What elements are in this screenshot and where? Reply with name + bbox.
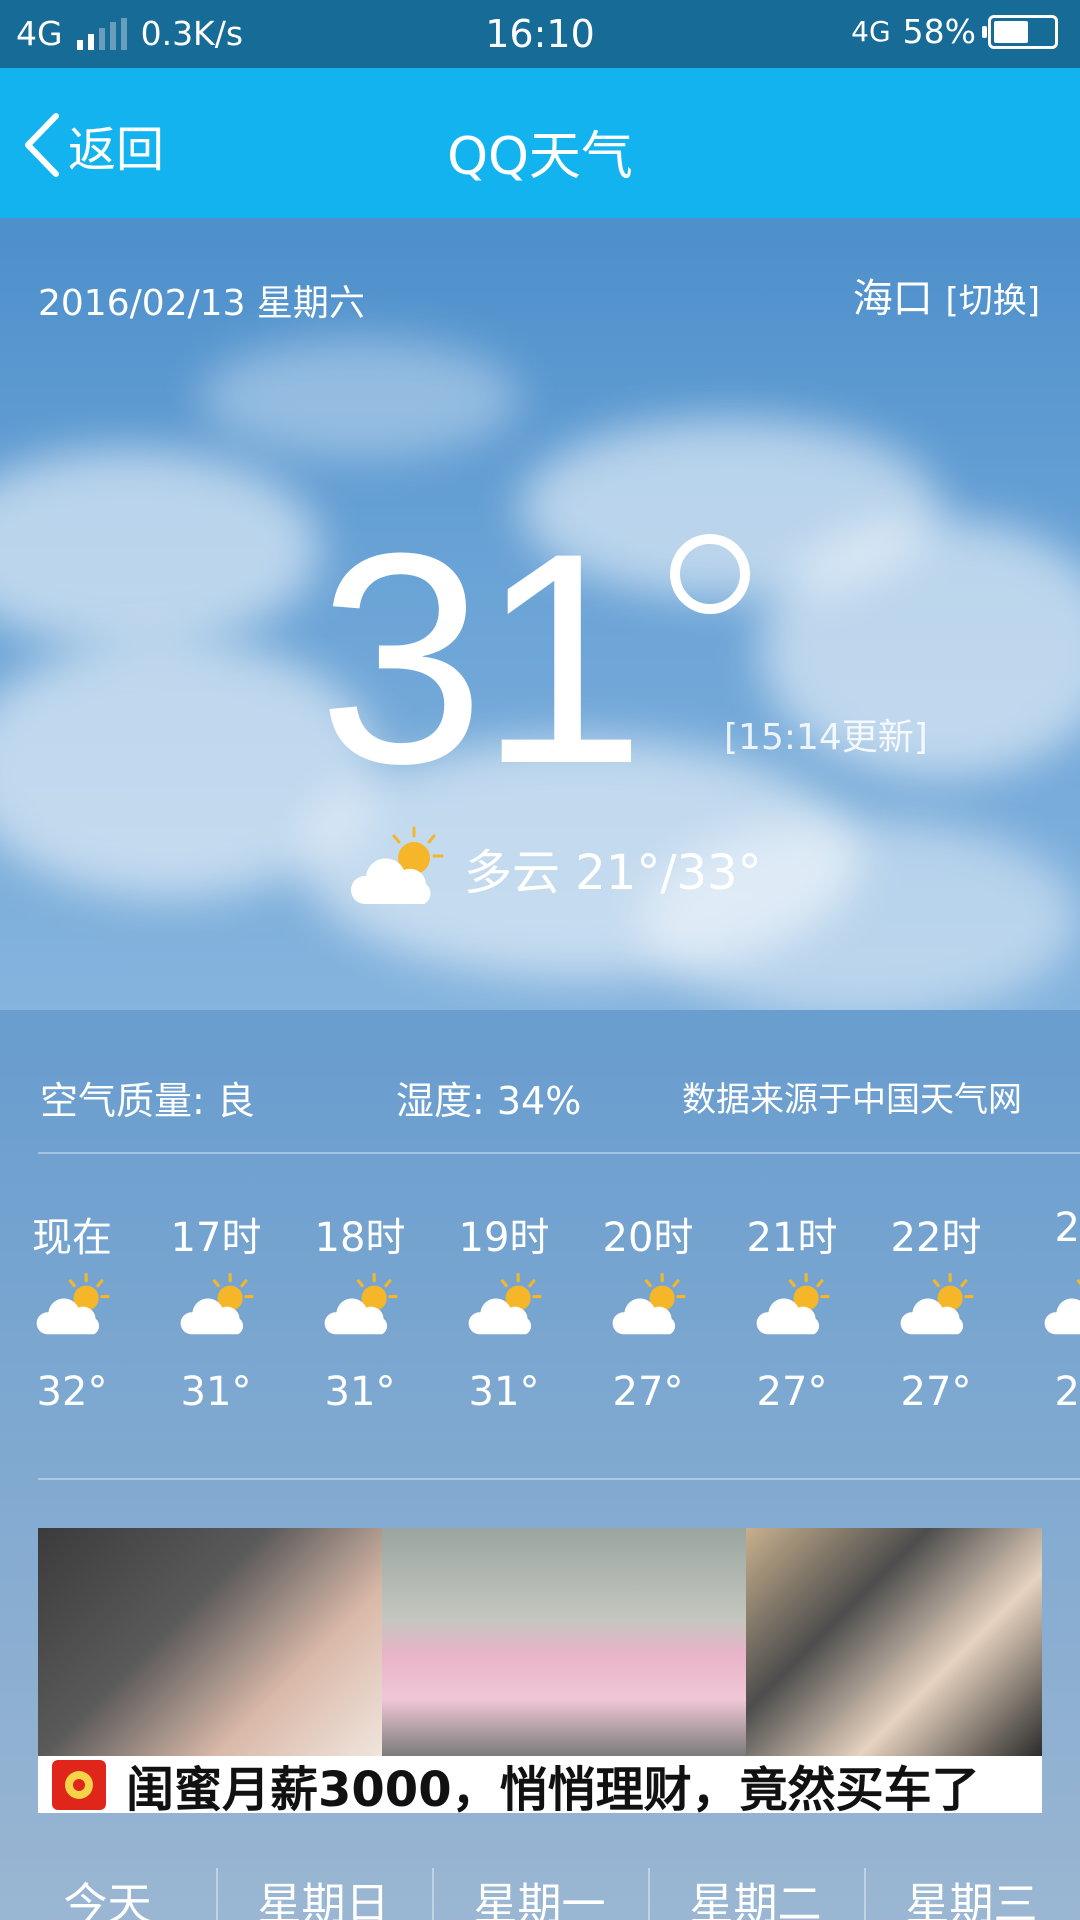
battery-level (994, 20, 1028, 43)
ad-banner[interactable]: 闺蜜月薪3000，悄悄理财，竟然买车了 (38, 1528, 1042, 1813)
city-name: 海口 (852, 276, 933, 322)
banner-photo (746, 1528, 1042, 1756)
tab-separator (648, 1868, 650, 1920)
page-title: QQ天气 (447, 127, 633, 187)
update-time: [15:14更新] (724, 717, 928, 758)
banner-photo (38, 1528, 388, 1756)
humidity: 湿度: 34% (396, 1079, 582, 1123)
banner-caption: 闺蜜月薪3000，悄悄理财，竟然买车了 (126, 1761, 980, 1814)
banner-caption-bar: 闺蜜月薪3000，悄悄理财，竟然买车了 (38, 1756, 1042, 1813)
hour-label: 22时 (890, 1215, 982, 1261)
tab-day[interactable]: 星期二 (648, 1868, 863, 1920)
air-quality: 空气质量: 良 (40, 1079, 255, 1123)
partly-cloudy-icon (290, 1261, 430, 1351)
partly-cloudy-icon (722, 1261, 862, 1351)
hour-label: 18时 (314, 1215, 406, 1261)
hour-temperature: 32° (36, 1369, 108, 1415)
date-label: 2016/02/13 星期六 (38, 283, 365, 324)
tab-separator (864, 1868, 866, 1920)
hour-temperature: 31° (324, 1369, 396, 1415)
hourly-forecast[interactable]: 现在 32° 17时 31° 18时 31° 19时 31° 20时 27° 21时 27° 22时 27… (0, 1155, 1080, 1475)
tab-day[interactable]: 星期一 (432, 1868, 647, 1920)
city-switch[interactable]: 海口 [切换] (853, 266, 1040, 324)
hour-label: 19时 (458, 1215, 550, 1261)
partly-cloudy-icon (578, 1261, 718, 1351)
partly-cloudy-icon (2, 1261, 142, 1351)
network-type-right: 4G (851, 15, 891, 48)
partly-cloudy-icon (866, 1261, 1006, 1351)
tab-day[interactable]: 今天 (0, 1868, 215, 1920)
hour-temperature: 27° (756, 1369, 828, 1415)
hourly-item: 17时 31° (146, 1155, 286, 1415)
hour-label: 20时 (602, 1215, 694, 1261)
weather-info-row: 空气质量: 良 湿度: 34% 数据来源于中国天气网 (0, 1010, 1080, 1154)
banner-photo (382, 1528, 752, 1756)
partly-cloudy-icon (146, 1261, 286, 1351)
hour-label: 现在 (32, 1215, 112, 1261)
hourly-item: 23 23 (1010, 1155, 1080, 1415)
partly-cloudy-icon (1010, 1261, 1080, 1351)
background-cloud (0, 448, 320, 648)
banner-logo-icon (52, 1759, 106, 1810)
navbar: 返回 QQ天气 (0, 68, 1080, 218)
tab-separator (216, 1868, 218, 1920)
hour-temperature: 27° (900, 1369, 972, 1415)
divider (38, 1478, 1080, 1480)
hourly-item: 18时 31° (290, 1155, 430, 1415)
partly-cloudy-icon (350, 826, 444, 904)
data-source: 数据来源于中国天气网 (682, 1080, 1022, 1120)
tab-day[interactable]: 星期日 (216, 1868, 431, 1920)
battery-icon (982, 14, 1058, 49)
current-temperature: 31 (318, 490, 646, 826)
divider (38, 1152, 1080, 1154)
tab-separator (432, 1868, 434, 1920)
hour-temperature: 23 (1054, 1369, 1080, 1415)
hour-temperature: 31° (468, 1369, 540, 1415)
hourly-item: 19时 31° (434, 1155, 574, 1415)
hourly-item: 20时 27° (578, 1155, 718, 1415)
hourly-item: 现在 32° (2, 1155, 142, 1415)
condition-text: 多云 21°/33° (464, 845, 762, 901)
hour-label: 21时 (746, 1215, 838, 1261)
partly-cloudy-icon (434, 1261, 574, 1351)
weather-screen: 4G 0.3K/s 16:10 4G 58% 返回 QQ天气 2016/02/1… (0, 0, 1080, 1920)
switch-city-link[interactable]: [切换] (945, 281, 1040, 321)
status-right: 4G 58% (851, 12, 1058, 51)
condition-summary: 多云 21°/33° (346, 826, 762, 910)
hour-temperature: 31° (180, 1369, 252, 1415)
hour-label: 23 (1054, 1205, 1080, 1251)
hour-label: 17时 (170, 1215, 262, 1261)
hour-temperature: 27° (612, 1369, 684, 1415)
weekly-tabs: 今天 星期日 星期一 星期二 星期三 (0, 1848, 1080, 1920)
battery-percent: 58% (902, 12, 976, 51)
hourly-item: 22时 27° (866, 1155, 1006, 1415)
hourly-item: 21时 27° (722, 1155, 862, 1415)
weather-hero: 2016/02/13 星期六 海口 [切换] 31 [15:14更新] 多云 2… (0, 218, 1080, 1010)
tab-day[interactable]: 星期三 (864, 1868, 1079, 1920)
degree-symbol (670, 534, 750, 614)
background-cloud (200, 338, 520, 458)
status-bar: 4G 0.3K/s 16:10 4G 58% (0, 0, 1080, 68)
